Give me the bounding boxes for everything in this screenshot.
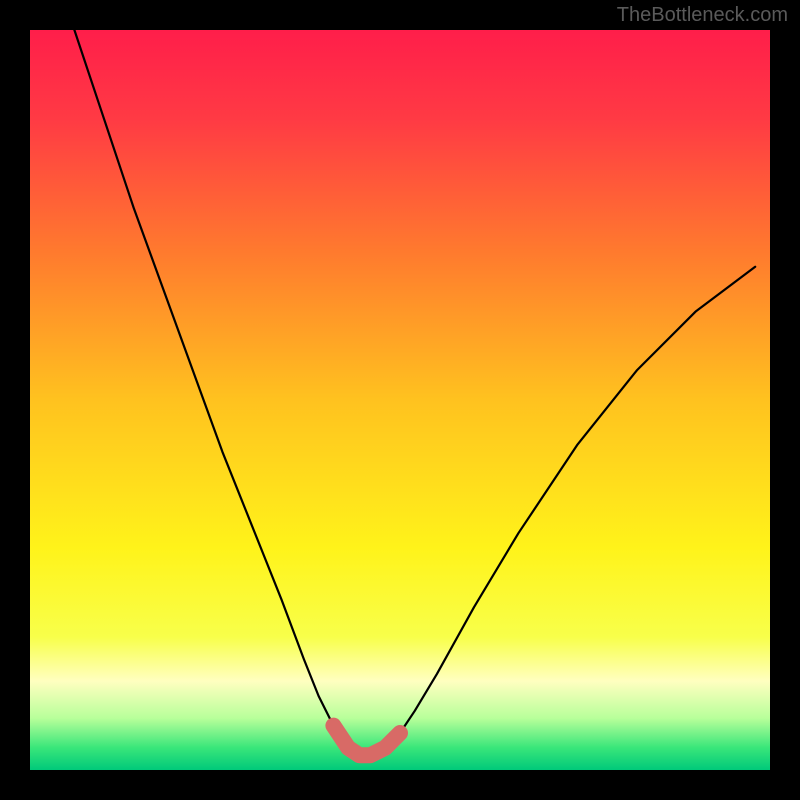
chart-gradient-background [30, 30, 770, 770]
watermark-text: TheBottleneck.com [617, 4, 788, 27]
bottleneck-chart [0, 0, 800, 800]
